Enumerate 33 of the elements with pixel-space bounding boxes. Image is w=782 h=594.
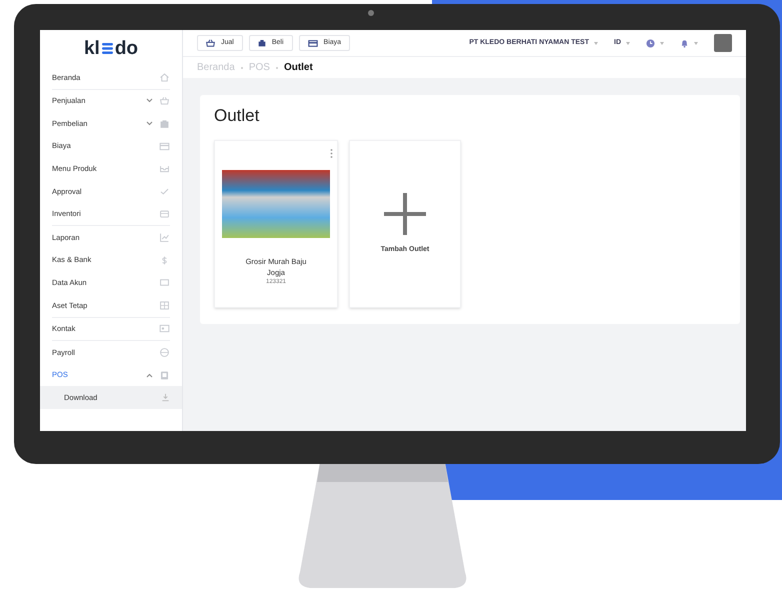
id-card-icon (159, 323, 170, 334)
chevron-up-icon (146, 372, 153, 378)
bag-icon (258, 39, 266, 47)
globe-icon (159, 346, 170, 358)
basket-icon (159, 95, 170, 106)
chart-icon (159, 232, 170, 243)
clock-icon (646, 38, 655, 48)
logo-bars-icon (100, 42, 114, 54)
caret-icon (660, 42, 664, 44)
bell-icon (680, 38, 689, 48)
house-icon (159, 72, 170, 83)
bag-icon (159, 118, 170, 129)
grid-icon (159, 300, 170, 311)
tray-icon (159, 163, 170, 174)
caret-icon (626, 42, 630, 44)
rectangle-icon (159, 277, 170, 288)
breadcrumb-item: Outlet (284, 61, 313, 75)
basket-icon (206, 39, 215, 47)
card-icon (308, 40, 318, 46)
plus-icon (384, 192, 426, 235)
card-icon (159, 140, 170, 152)
caret-icon (694, 42, 698, 44)
history-dropdown[interactable] (646, 38, 664, 48)
box-icon (159, 208, 170, 220)
logo[interactable]: kl do (84, 38, 138, 58)
notification-dropdown[interactable] (680, 38, 698, 48)
chevron-down-icon (146, 98, 153, 104)
page-title: Outlet (214, 107, 260, 124)
tablet-icon (159, 370, 170, 381)
caret-icon (594, 42, 598, 44)
download-icon (161, 393, 170, 402)
more-options-icon[interactable] (330, 149, 333, 158)
chevron-down-icon (146, 120, 153, 126)
